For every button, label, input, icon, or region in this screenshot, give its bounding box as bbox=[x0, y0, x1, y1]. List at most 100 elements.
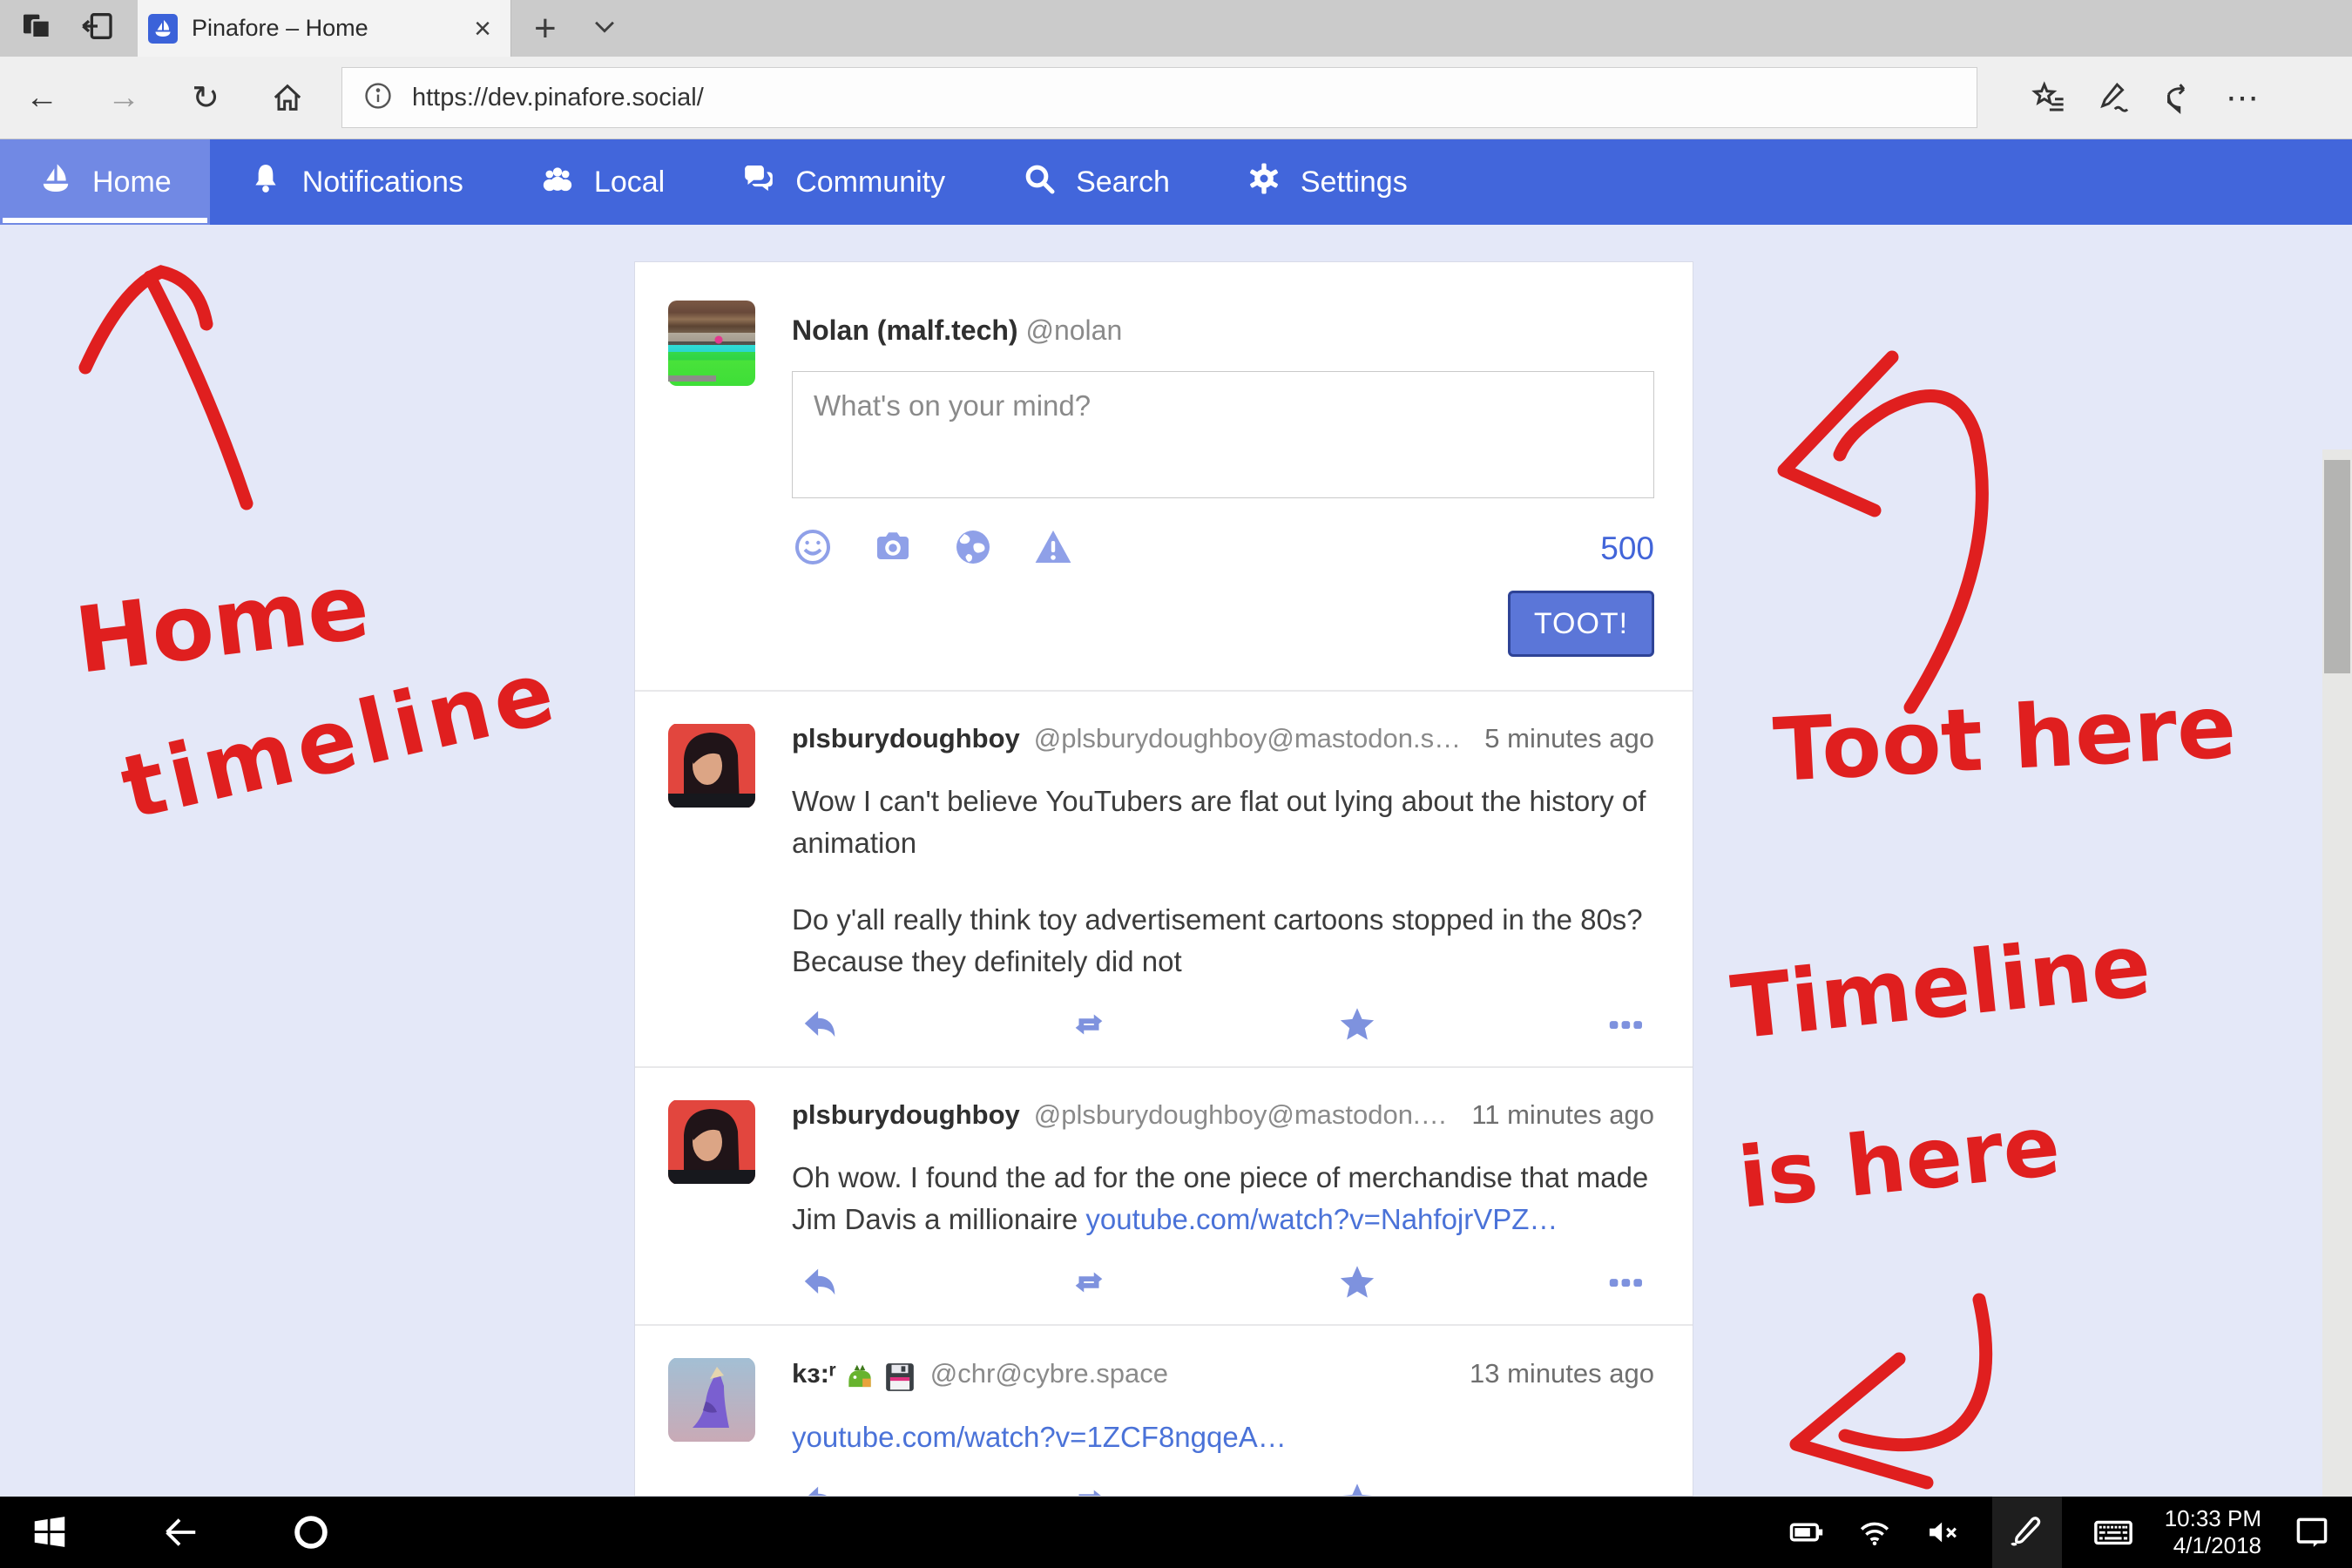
tabs-preview-icon[interactable] bbox=[19, 9, 54, 48]
bell-icon bbox=[248, 161, 283, 204]
people-icon bbox=[540, 161, 575, 204]
nav-item-settings[interactable]: Settings bbox=[1208, 139, 1446, 225]
nav-label: Notifications bbox=[302, 166, 463, 199]
windows-taskbar: 10:33 PM4/1/2018 bbox=[0, 1497, 2352, 1568]
sailboat-icon bbox=[38, 161, 73, 204]
tab-list-chevron-icon[interactable] bbox=[590, 11, 619, 45]
taskbar-clock[interactable]: 10:33 PM4/1/2018 bbox=[2165, 1497, 2261, 1568]
avatar[interactable] bbox=[668, 1357, 755, 1443]
status-post[interactable]: plsburydoughboy @plsburydoughboy@mastodo… bbox=[635, 690, 1693, 1066]
more-dots-icon[interactable] bbox=[1605, 1480, 1646, 1497]
tab-close-icon[interactable]: × bbox=[469, 14, 497, 44]
compose-display-name: Nolan (malf.tech) bbox=[792, 314, 1018, 346]
post-timestamp[interactable]: 11 minutes ago bbox=[1471, 1099, 1654, 1131]
timeline-page: Nolan (malf.tech) @nolan bbox=[0, 225, 2352, 1497]
post-handle: @chr@cybre.space bbox=[930, 1358, 1168, 1389]
status-post[interactable]: kз:ʳ @chr@cybre.space 13 minutes ago you… bbox=[635, 1324, 1693, 1497]
battery-icon[interactable] bbox=[1788, 1497, 1825, 1568]
more-dots-icon[interactable] bbox=[1605, 1004, 1646, 1049]
hub-favorites-icon[interactable] bbox=[2030, 78, 2068, 117]
share-icon[interactable] bbox=[2159, 78, 2197, 117]
nav-item-notifications[interactable]: Notifications bbox=[210, 139, 502, 225]
nav-label: Settings bbox=[1301, 166, 1408, 199]
browser-tab[interactable]: Pinafore – Home × bbox=[138, 0, 511, 57]
touch-keyboard-icon[interactable] bbox=[2093, 1497, 2133, 1568]
url-text: https://dev.pinafore.social/ bbox=[412, 84, 704, 112]
cortana-icon[interactable] bbox=[291, 1497, 331, 1568]
home-icon[interactable] bbox=[268, 78, 307, 117]
floppy-disk-emoji bbox=[883, 1361, 916, 1394]
compose-input[interactable] bbox=[792, 371, 1654, 498]
more-icon[interactable]: ⋯ bbox=[2223, 78, 2261, 117]
pinafore-navbar: Home Notifications Local Community Searc… bbox=[0, 139, 2352, 225]
post-link[interactable]: youtube.com/watch?v=NahfojrVPZ… bbox=[1085, 1203, 1558, 1235]
wifi-icon[interactable] bbox=[1856, 1497, 1893, 1568]
nav-label: Local bbox=[594, 166, 665, 199]
post-display-name[interactable]: plsburydoughboy bbox=[792, 1099, 1020, 1131]
action-center-icon[interactable] bbox=[2293, 1497, 2331, 1568]
set-tabs-aside-icon[interactable] bbox=[80, 9, 115, 48]
url-bar[interactable]: https://dev.pinafore.social/ bbox=[341, 67, 1977, 128]
forward-icon[interactable]: → bbox=[105, 78, 143, 117]
char-count: 500 bbox=[1600, 531, 1654, 567]
nav-label: Home bbox=[92, 166, 172, 199]
nav-item-search[interactable]: Search bbox=[983, 139, 1208, 225]
clock-date: 4/1/2018 bbox=[2173, 1532, 2261, 1558]
emoji-icon[interactable] bbox=[792, 526, 834, 572]
info-icon[interactable] bbox=[363, 81, 393, 115]
post-timestamp[interactable]: 13 minutes ago bbox=[1470, 1358, 1654, 1389]
tab-title: Pinafore – Home bbox=[192, 15, 455, 42]
pinafore-favicon-sailboat-icon bbox=[148, 14, 178, 44]
favorite-star-icon[interactable] bbox=[1337, 1262, 1377, 1307]
compose-handle: @nolan bbox=[1025, 314, 1122, 346]
status-post[interactable]: plsburydoughboy @plsburydoughboy@mastodo… bbox=[635, 1066, 1693, 1324]
back-icon[interactable]: ← bbox=[23, 78, 61, 117]
dragon-emoji bbox=[843, 1361, 876, 1394]
page-scrollbar[interactable] bbox=[2322, 449, 2352, 1568]
nav-item-home[interactable]: Home bbox=[0, 139, 210, 225]
avatar[interactable] bbox=[668, 301, 755, 386]
desktop-screen: Pinafore – Home × + ← → ↻ https://dev.pi… bbox=[0, 0, 2352, 1568]
reply-icon[interactable] bbox=[801, 1480, 841, 1497]
post-timestamp[interactable]: 5 minutes ago bbox=[1484, 723, 1654, 754]
post-link[interactable]: youtube.com/watch?v=1ZCF8ngqeA… bbox=[792, 1421, 1287, 1453]
reply-icon[interactable] bbox=[801, 1262, 841, 1307]
volume-muted-icon[interactable] bbox=[1924, 1497, 1961, 1568]
nav-item-community[interactable]: Community bbox=[703, 139, 983, 225]
post-text: youtube.com/watch?v=1ZCF8ngqeA… bbox=[792, 1416, 1654, 1458]
boost-icon[interactable] bbox=[1069, 1004, 1109, 1049]
post-text: Oh wow. I found the ad for the one piece… bbox=[792, 1157, 1654, 1240]
post-handle: @plsburydoughboy@mastodon.so… bbox=[1034, 723, 1471, 754]
more-dots-icon[interactable] bbox=[1605, 1262, 1646, 1307]
chat-bubbles-icon bbox=[741, 161, 776, 204]
nav-label: Search bbox=[1076, 166, 1170, 199]
post-text: Wow I can't believe YouTubers are flat o… bbox=[792, 781, 1654, 864]
windows-start-icon[interactable] bbox=[30, 1497, 70, 1568]
post-display-name[interactable]: plsburydoughboy bbox=[792, 723, 1020, 754]
avatar[interactable] bbox=[668, 1099, 755, 1185]
favorite-star-icon[interactable] bbox=[1337, 1480, 1377, 1497]
post-display-name[interactable]: kз:ʳ bbox=[792, 1357, 916, 1390]
globe-icon[interactable] bbox=[952, 526, 994, 572]
search-icon bbox=[1022, 161, 1057, 204]
content-warning-icon[interactable] bbox=[1032, 526, 1074, 572]
nav-item-local[interactable]: Local bbox=[502, 139, 703, 225]
web-note-pen-icon[interactable] bbox=[2094, 78, 2132, 117]
browser-tab-bar: Pinafore – Home × + bbox=[0, 0, 2352, 57]
clock-time: 10:33 PM bbox=[2165, 1505, 2261, 1531]
new-tab-button[interactable]: + bbox=[534, 10, 557, 48]
reply-icon[interactable] bbox=[801, 1004, 841, 1049]
boost-icon[interactable] bbox=[1069, 1480, 1109, 1497]
refresh-icon[interactable]: ↻ bbox=[186, 78, 225, 117]
avatar[interactable] bbox=[668, 723, 755, 808]
back-icon[interactable] bbox=[160, 1497, 200, 1568]
timeline-column: Nolan (malf.tech) @nolan bbox=[634, 261, 1693, 1497]
windows-ink-pen-icon[interactable] bbox=[1992, 1497, 2062, 1568]
gear-icon bbox=[1247, 161, 1281, 204]
camera-icon[interactable] bbox=[872, 526, 914, 572]
toot-button[interactable]: TOOT! bbox=[1508, 591, 1654, 657]
post-text: Do y'all really think toy advertisement … bbox=[792, 899, 1654, 983]
boost-icon[interactable] bbox=[1069, 1262, 1109, 1307]
favorite-star-icon[interactable] bbox=[1337, 1004, 1377, 1049]
scrollbar-thumb[interactable] bbox=[2324, 460, 2350, 673]
